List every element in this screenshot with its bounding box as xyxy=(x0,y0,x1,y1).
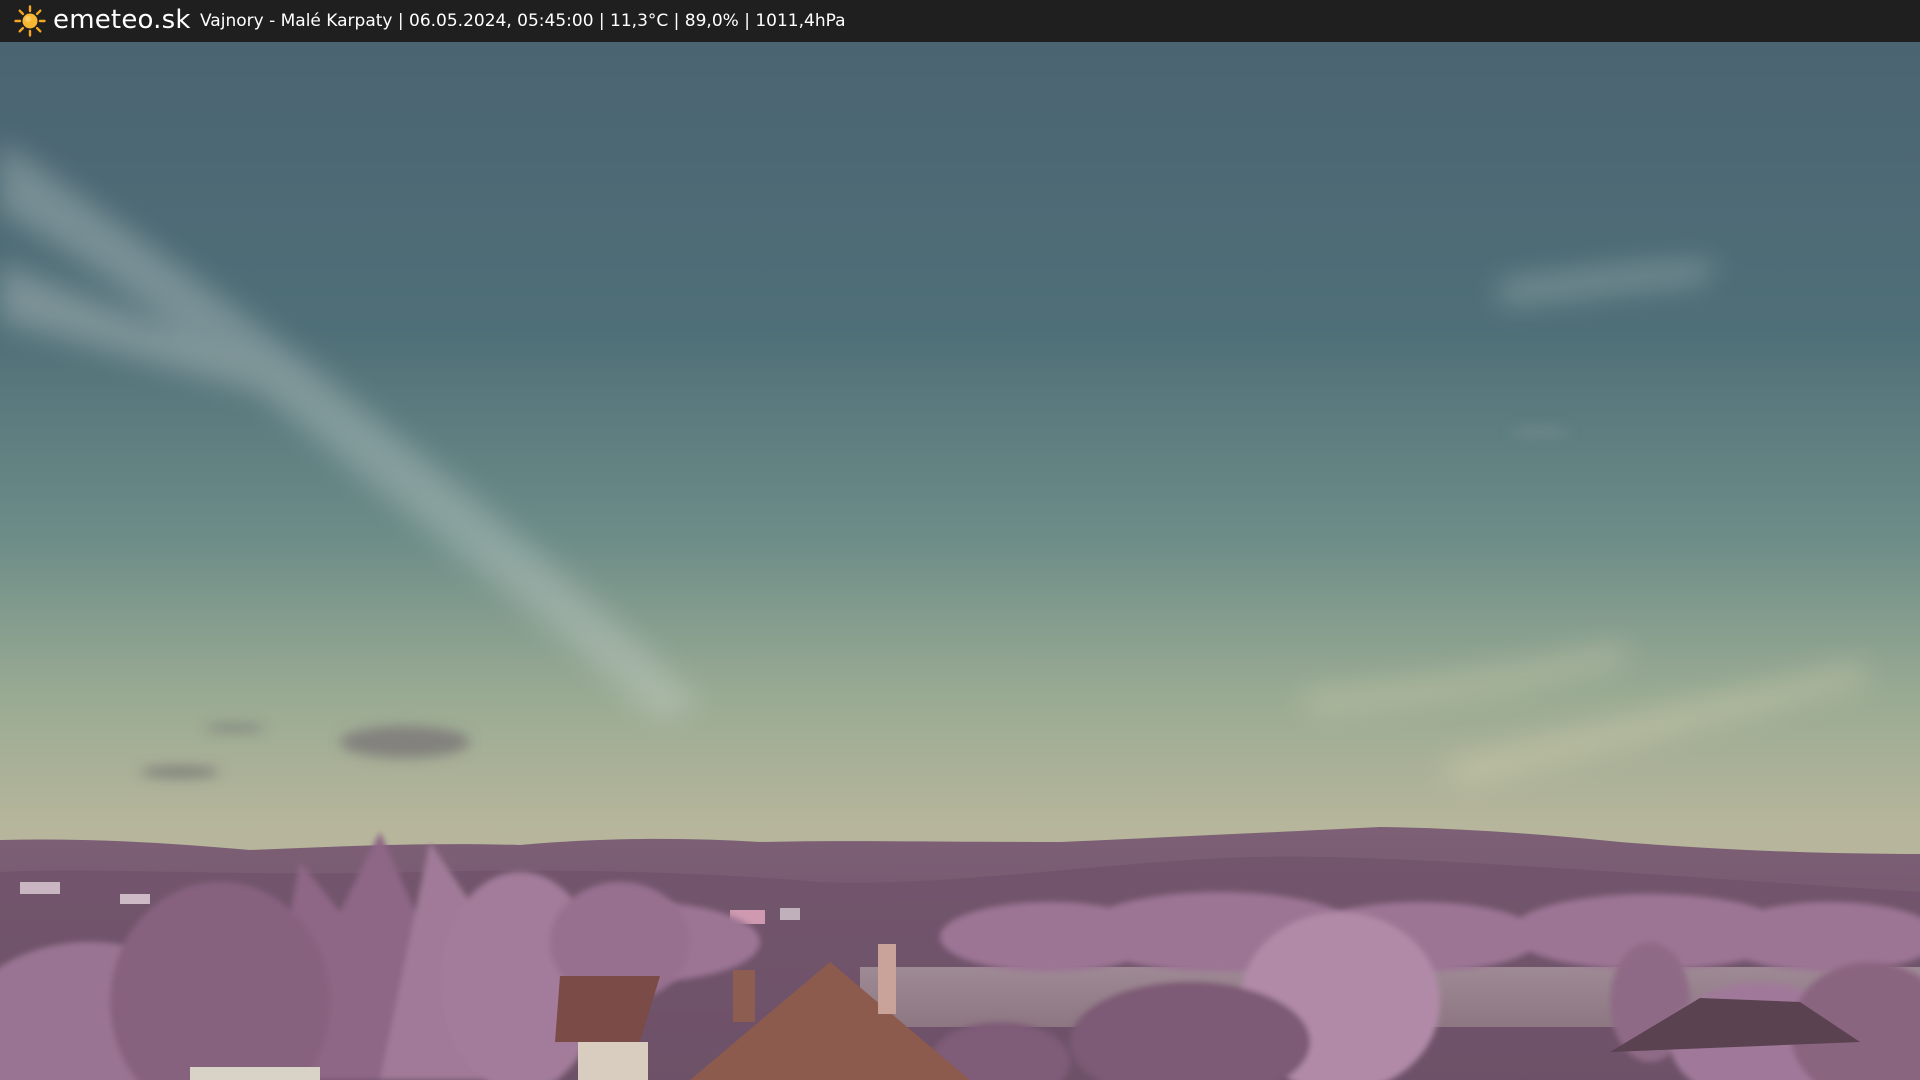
station-info-line: Vajnory - Malé Karpaty | 06.05.2024, 05:… xyxy=(200,11,846,31)
webcam-frame: emeteo.sk Vajnory - Malé Karpaty | 06.05… xyxy=(0,0,1920,1080)
sun-icon xyxy=(14,5,46,37)
landscape-scene xyxy=(0,42,1920,1080)
brand-name[interactable]: emeteo.sk xyxy=(53,4,191,36)
webcam-image xyxy=(0,42,1920,1080)
header-bar: emeteo.sk Vajnory - Malé Karpaty | 06.05… xyxy=(0,0,1920,42)
